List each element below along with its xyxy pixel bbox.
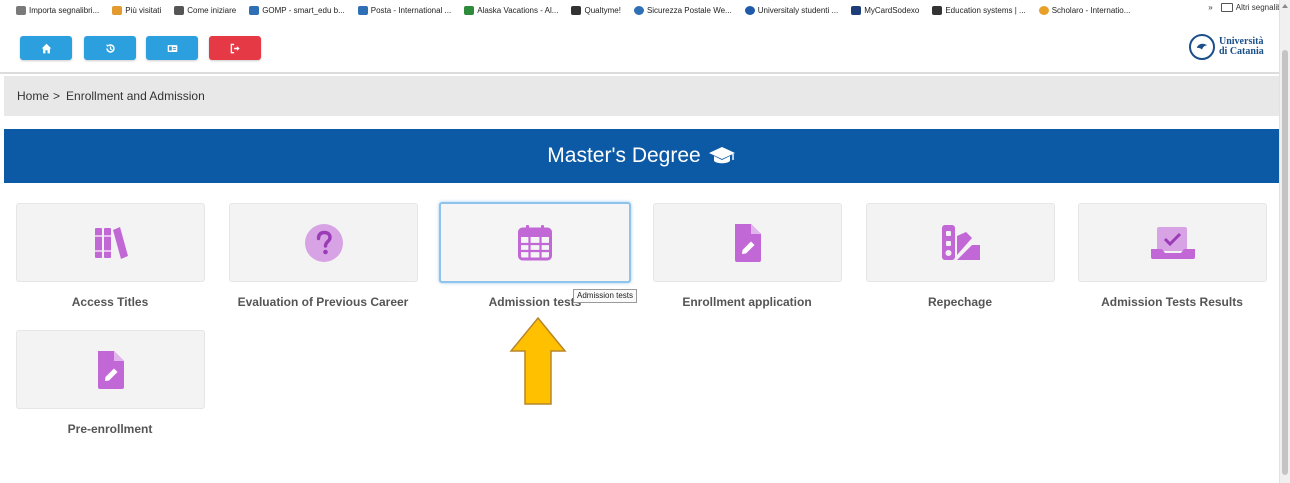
bookmark-icon — [571, 5, 582, 15]
graduation-cap-icon — [708, 147, 735, 164]
arrow-up-annotation-icon — [509, 316, 567, 405]
bookmark[interactable]: Alaska Vacations - Al... — [464, 5, 558, 15]
bookmark-icon — [249, 5, 260, 15]
bookmark[interactable]: MyCardSodexo — [851, 5, 919, 15]
logout-button[interactable] — [209, 36, 261, 60]
bookmark[interactable]: Come iniziare — [174, 5, 236, 15]
bookmark[interactable]: Importa segnalibri... — [16, 5, 99, 15]
bookmark-icon — [174, 5, 185, 15]
tile-label[interactable]: Evaluation of Previous Career — [213, 295, 433, 309]
tile-label[interactable]: Admission Tests Results — [1062, 295, 1282, 309]
history-button[interactable] — [84, 36, 136, 60]
bookmark-icon — [633, 5, 644, 15]
question-circle-icon — [304, 223, 343, 262]
tooltip: Admission tests — [573, 289, 638, 303]
breadcrumb-separator: > — [53, 89, 61, 103]
bookmark-icon — [112, 5, 123, 15]
bookmark-icon — [464, 5, 475, 15]
history-icon — [105, 43, 115, 53]
bookmark[interactable]: Scholaro - Internatio... — [1038, 5, 1130, 15]
page-title: Master's Degree — [547, 144, 701, 167]
tile-repechage[interactable] — [866, 203, 1055, 282]
tile-access-titles[interactable] — [16, 203, 205, 282]
calendar-icon — [518, 224, 552, 260]
tile-label[interactable]: Enrollment application — [637, 295, 857, 309]
bookmark[interactable]: Universitaly studenti ... — [744, 5, 838, 15]
scroll-up-arrow-icon[interactable] — [1282, 4, 1288, 8]
scroll-thumb[interactable] — [1282, 50, 1288, 475]
tile-pre-enrollment[interactable] — [16, 330, 205, 409]
home-icon — [41, 43, 51, 53]
id-card-button[interactable] — [146, 36, 198, 60]
breadcrumb: Home > Enrollment and Admission — [4, 76, 1279, 116]
bookmarks-bar: Importa segnalibri... Più visitati Come … — [0, 0, 1279, 20]
tile-admission-tests-results[interactable] — [1078, 203, 1267, 282]
vertical-scrollbar[interactable] — [1279, 0, 1290, 483]
bookmark-icon — [932, 5, 943, 15]
logout-icon — [230, 43, 240, 53]
swatchbook-icon — [941, 224, 980, 260]
bookmark-icon — [1038, 5, 1049, 15]
bookmark-icon — [851, 5, 862, 15]
bookmark-icon — [744, 5, 755, 15]
tile-label[interactable]: Access Titles — [0, 295, 220, 309]
inbox-check-icon — [1150, 226, 1195, 259]
bookmark[interactable]: Posta - International ... — [357, 5, 451, 15]
page-title-banner: Master's Degree — [4, 129, 1279, 183]
bookmark-icon — [16, 5, 26, 15]
bookmark[interactable]: Più visitati — [112, 5, 161, 15]
bookmark[interactable]: Sicurezza Postale We... — [633, 5, 732, 15]
folder-icon — [1220, 3, 1233, 12]
bookmark[interactable]: Education systems | ... — [932, 5, 1026, 15]
tile-label[interactable]: Pre-enrollment — [0, 422, 220, 436]
file-edit-icon — [97, 350, 124, 389]
bookmarks-overflow: » Altri segnalibri — [1202, 3, 1286, 12]
tile-admission-tests[interactable] — [439, 202, 631, 283]
books-icon — [94, 226, 128, 259]
top-toolbar: Università di Catania — [0, 20, 1279, 74]
file-edit-icon — [734, 223, 761, 262]
bookmark[interactable]: Qualtyme! — [571, 5, 621, 15]
other-bookmarks[interactable]: Altri segnalibri — [1220, 3, 1286, 12]
university-name: Università di Catania — [1219, 36, 1264, 57]
id-card-icon — [167, 44, 177, 52]
university-seal-icon — [1189, 34, 1215, 60]
breadcrumb-current: Enrollment and Admission — [66, 89, 205, 103]
tile-label[interactable]: Repechage — [850, 295, 1070, 309]
bookmark-icon — [357, 5, 368, 15]
bookmark[interactable]: GOMP - smart_edu b... — [249, 5, 345, 15]
university-logo[interactable]: Università di Catania — [1189, 34, 1264, 60]
bookmarks-overflow-button[interactable]: » — [1208, 3, 1212, 12]
breadcrumb-home-link[interactable]: Home — [17, 89, 49, 103]
tile-evaluation-previous-career[interactable] — [229, 203, 418, 282]
home-button[interactable] — [20, 36, 72, 60]
tile-enrollment-application[interactable] — [653, 203, 842, 282]
